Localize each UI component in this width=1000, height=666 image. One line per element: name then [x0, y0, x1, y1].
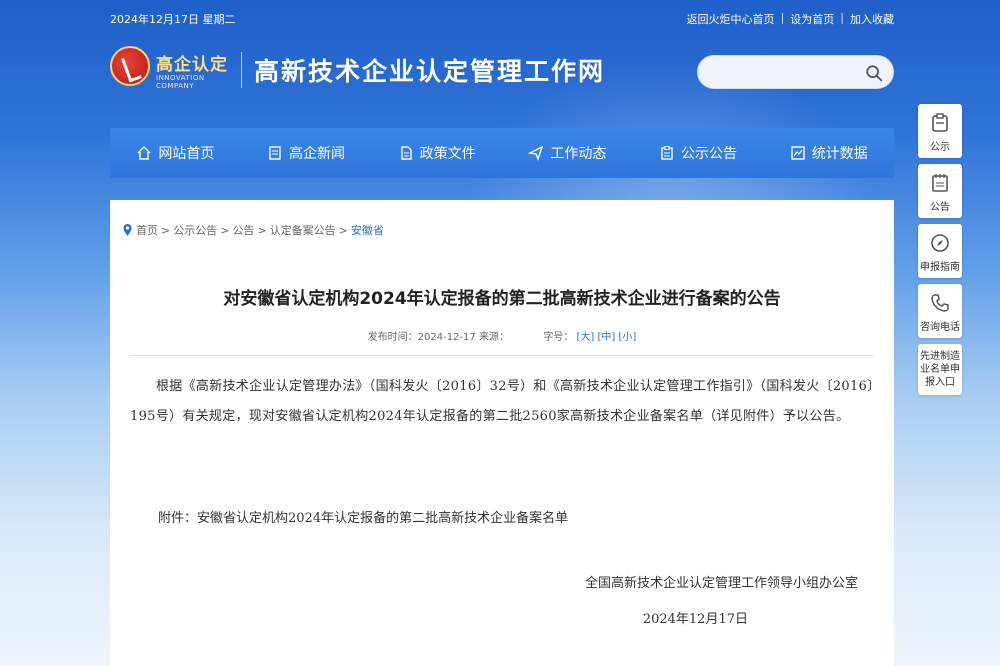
home-icon — [137, 146, 151, 160]
back-to-torch-center-link[interactable]: 返回火炬中心首页 — [687, 11, 775, 27]
nav-item-statistics[interactable]: 统计数据 — [763, 128, 894, 178]
font-size-label: 字号： — [543, 332, 574, 343]
separator: | — [780, 11, 785, 24]
search-input[interactable] — [710, 62, 860, 84]
nav-label: 统计数据 — [811, 146, 868, 162]
publish-info: 发布时间：2024-12-17 来源： — [367, 332, 509, 343]
side-item-advanced-manufacturing-entry[interactable]: 先进制造业名单申报入口 — [918, 344, 962, 395]
article-panel: 首页 > 公示公告 > 公告 > 认定备案公告 > 安徽省 对安徽省认定机构20… — [110, 200, 894, 666]
notepad-icon — [932, 174, 948, 192]
logo-mark-icon — [110, 46, 150, 86]
nav-label: 政策文件 — [419, 146, 476, 162]
breadcrumb-separator: > — [161, 223, 171, 237]
side-item-guide[interactable]: 申报指南 — [918, 224, 962, 278]
side-item-publicity[interactable]: 公示 — [918, 104, 962, 158]
nav-item-work-updates[interactable]: 工作动态 — [502, 128, 633, 178]
side-label: 咨询电话 — [920, 322, 960, 333]
article-meta: 发布时间：2024-12-17 来源： 字号： [大] [中] [小] — [110, 328, 894, 343]
side-item-announcement[interactable]: 公告 — [918, 164, 962, 218]
breadcrumb-separator: > — [338, 223, 348, 237]
breadcrumb-home[interactable]: 首页 — [136, 222, 158, 238]
location-pin-icon — [123, 224, 132, 236]
nav-item-policy[interactable]: 政策文件 — [371, 128, 502, 178]
side-item-hotline[interactable]: 咨询电话 — [918, 284, 962, 338]
nav-label: 工作动态 — [550, 146, 607, 162]
separator: | — [840, 11, 844, 24]
compass-icon — [931, 234, 949, 252]
signature-org: 全国高新技术企业认定管理工作领导小组办公室 — [584, 576, 858, 591]
main-nav: 网站首页 高企新闻 政策文件 工作动态 公示公告 统计数据 — [110, 128, 894, 178]
logo-name-en: INNOVATION COMPANY — [156, 74, 205, 90]
font-size-medium[interactable]: [中] — [598, 332, 616, 343]
article-title: 对安徽省认定机构2024年认定报备的第二批高新技术企业进行备案的公告 — [223, 289, 781, 309]
site-title: 高新技术企业认定管理工作网 — [254, 57, 606, 86]
meta-divider — [130, 355, 874, 356]
side-label: 申报指南 — [920, 262, 960, 273]
nav-item-notices[interactable]: 公示公告 — [633, 128, 764, 178]
document-icon — [400, 146, 412, 160]
current-date: 2024年12月17日 星期二 — [110, 13, 236, 26]
nav-label: 高企新闻 — [289, 146, 345, 162]
search-icon[interactable] — [865, 64, 883, 82]
notice-icon — [661, 146, 673, 160]
add-favorite-link[interactable]: 加入收藏 — [850, 11, 894, 27]
nav-item-home[interactable]: 网站首页 — [110, 128, 241, 178]
side-label: 先进制造业名单申报入口 — [920, 351, 960, 388]
phone-icon — [931, 294, 949, 312]
nav-item-news[interactable]: 高企新闻 — [241, 128, 372, 178]
side-label: 公告 — [930, 202, 950, 213]
attachment-link[interactable]: 附件：安徽省认定机构2024年认定报备的第二批高新技术企业备案名单 — [158, 507, 568, 526]
search-box — [697, 55, 894, 89]
header-divider — [241, 52, 242, 88]
clipboard-icon — [932, 113, 948, 132]
logo-name-cn: 高企认定 — [156, 55, 228, 75]
set-homepage-link[interactable]: 设为首页 — [790, 11, 834, 27]
top-bar: 2024年12月17日 星期二 返回火炬中心首页 | 设为首页 | 加入收藏 — [110, 8, 894, 28]
breadcrumb-filing[interactable]: 认定备案公告 — [270, 222, 336, 238]
font-size-small[interactable]: [小] — [619, 332, 637, 343]
news-icon — [269, 146, 281, 160]
article-body: 根据《高新技术企业认定管理办法》（国科发火〔2016〕32号）和《高新技术企业认… — [130, 379, 874, 424]
signature-date: 2024年12月17日 — [642, 612, 748, 627]
font-size-large[interactable]: [大] — [577, 332, 595, 343]
top-links: 返回火炬中心首页 | 设为首页 | 加入收藏 — [687, 11, 894, 27]
nav-label: 公示公告 — [681, 146, 738, 162]
breadcrumb-notices[interactable]: 公示公告 — [173, 222, 217, 238]
chart-icon — [790, 146, 805, 160]
breadcrumb: 首页 > 公示公告 > 公告 > 认定备案公告 > 安徽省 — [122, 222, 384, 238]
breadcrumb-separator: > — [220, 223, 230, 237]
site-logo[interactable]: 高企认定 INNOVATION COMPANY — [110, 44, 235, 94]
send-icon — [528, 145, 544, 161]
breadcrumb-announcement[interactable]: 公告 — [232, 222, 254, 238]
breadcrumb-current[interactable]: 安徽省 — [351, 222, 384, 238]
side-label: 公示 — [930, 142, 950, 153]
side-float-menu: 公示 公告 申报指南 咨询电话 先进制造业名单申报入口 — [918, 104, 962, 401]
breadcrumb-separator: > — [257, 223, 267, 237]
nav-label: 网站首页 — [158, 146, 215, 162]
